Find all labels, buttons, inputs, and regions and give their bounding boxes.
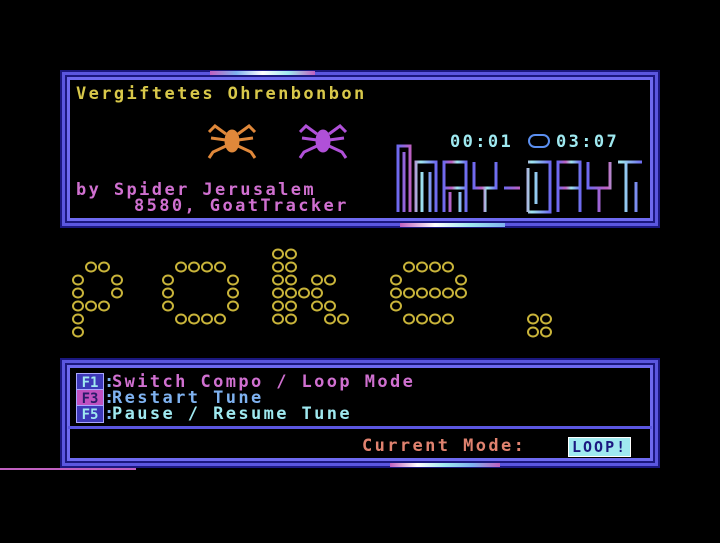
banner-dot	[455, 287, 467, 299]
banner-dot	[201, 261, 213, 273]
banner-poke	[72, 248, 552, 338]
banner-dot	[442, 287, 454, 299]
glitch-decoration	[390, 463, 500, 467]
banner-dot	[429, 313, 441, 325]
banner-dot	[429, 261, 441, 273]
banner-dot	[390, 274, 402, 286]
banner-dot	[285, 248, 297, 260]
banner-dot	[324, 300, 336, 312]
banner-dot	[111, 274, 123, 286]
banner-dot	[272, 313, 284, 325]
banner-dot	[214, 261, 226, 273]
scanline-marker	[0, 468, 136, 470]
banner-dot	[540, 326, 552, 338]
banner-dot	[416, 313, 428, 325]
panel-divider	[68, 426, 652, 429]
key-colon: :	[104, 404, 117, 424]
spider-icon	[207, 124, 257, 159]
banner-dot	[442, 313, 454, 325]
banner-dot	[324, 313, 336, 325]
banner-dot	[390, 300, 402, 312]
spider-icon	[298, 124, 348, 159]
glitch-decoration	[400, 223, 505, 227]
banner-dot	[227, 274, 239, 286]
banner-dot	[85, 261, 97, 273]
banner-dot	[298, 287, 310, 299]
banner-dot	[72, 326, 84, 338]
banner-dot	[311, 300, 323, 312]
banner-dot	[162, 287, 174, 299]
banner-dot	[311, 287, 323, 299]
banner-dot	[175, 261, 187, 273]
banner-dot	[311, 274, 323, 286]
banner-dot	[72, 287, 84, 299]
banner-dot	[285, 313, 297, 325]
banner-dot	[527, 313, 539, 325]
banner-dot	[72, 274, 84, 286]
banner-dot	[272, 287, 284, 299]
banner-dot	[324, 274, 336, 286]
logo	[396, 142, 648, 214]
banner-dot	[111, 287, 123, 299]
banner-dot	[285, 274, 297, 286]
banner-dot	[442, 261, 454, 273]
song-title: Vergiftetes Ohrenbonbon	[76, 84, 367, 104]
menu-item-pause[interactable]: Pause / Resume Tune	[112, 404, 352, 424]
f5-key[interactable]: F5	[76, 405, 104, 423]
banner-dot	[337, 313, 349, 325]
banner-dot	[214, 313, 226, 325]
banner-dot	[403, 261, 415, 273]
banner-dot	[272, 274, 284, 286]
banner-dot	[162, 274, 174, 286]
banner-dot	[285, 287, 297, 299]
banner-dot	[162, 300, 174, 312]
current-mode-value[interactable]: LOOP!	[568, 437, 632, 457]
banner-dot	[390, 287, 402, 299]
banner-dot	[227, 300, 239, 312]
banner-dot	[272, 248, 284, 260]
banner-dot	[403, 287, 415, 299]
banner-dot	[72, 300, 84, 312]
banner-dot	[285, 300, 297, 312]
banner-dot	[98, 300, 110, 312]
banner-dot	[72, 313, 84, 325]
tracker-info: 8580, GoatTracker	[134, 196, 349, 216]
current-mode-label: Current Mode:	[362, 436, 527, 456]
banner-dot	[188, 261, 200, 273]
banner-dot	[85, 300, 97, 312]
banner-dot	[227, 287, 239, 299]
glitch-decoration	[210, 71, 315, 75]
banner-dot	[429, 287, 441, 299]
banner-dot	[98, 261, 110, 273]
banner-dot	[272, 261, 284, 273]
banner-dot	[201, 313, 213, 325]
banner-dot	[285, 261, 297, 273]
banner-dot	[403, 313, 415, 325]
banner-dot	[527, 326, 539, 338]
banner-dot	[272, 300, 284, 312]
banner-dot	[416, 261, 428, 273]
banner-dot	[455, 274, 467, 286]
banner-dot	[188, 313, 200, 325]
banner-dot	[416, 287, 428, 299]
banner-dot	[175, 313, 187, 325]
banner-dot	[540, 313, 552, 325]
